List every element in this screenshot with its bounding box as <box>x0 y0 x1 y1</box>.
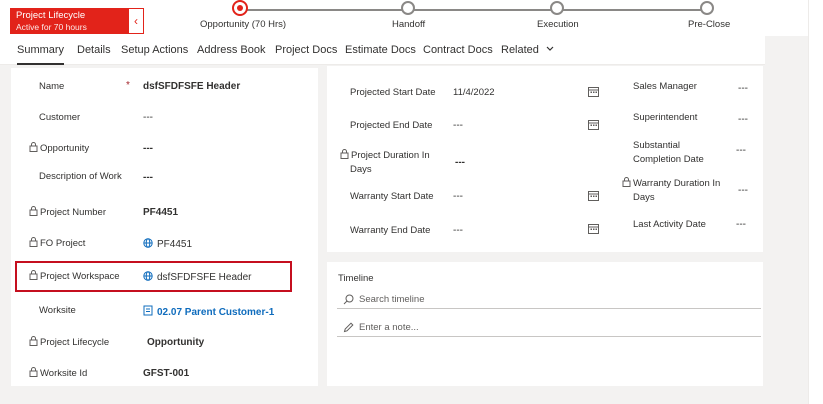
projected-end-date-value[interactable]: --- <box>453 120 463 131</box>
tab-contract-docs[interactable]: Contract Docs <box>423 44 493 56</box>
bpf-stage-handoff-label[interactable]: Handoff <box>392 19 425 30</box>
lock-icon <box>622 177 631 187</box>
lock-icon <box>29 367 38 377</box>
project-lifecycle-label: Project Lifecycle <box>29 336 109 348</box>
required-asterisk: * <box>126 80 130 91</box>
superintendent-value[interactable]: --- <box>738 114 748 125</box>
project-number-label: Project Number <box>29 206 106 218</box>
tab-related[interactable]: Related <box>501 44 554 56</box>
customer-label: Customer <box>39 112 81 123</box>
bpf-track <box>238 9 708 11</box>
pencil-icon <box>343 322 354 333</box>
chevron-left-icon[interactable]: ‹ <box>128 8 144 34</box>
description-of-work-value[interactable]: --- <box>143 172 153 183</box>
stage-subtitle: Active for 70 hours <box>16 22 87 32</box>
project-workspace-value[interactable]: dsfSFDFSFE Header <box>143 271 251 283</box>
tab-related-label: Related <box>501 44 539 56</box>
bpf-stage-opportunity-label[interactable]: Opportunity (70 Hrs) <box>200 19 286 30</box>
timeline-search-placeholder: Search timeline <box>359 294 425 305</box>
lock-icon <box>29 336 38 346</box>
projected-end-date-label: Projected End Date <box>350 120 433 131</box>
warranty-duration-value[interactable]: --- <box>738 185 748 196</box>
name-label: Name <box>39 81 65 92</box>
lock-icon <box>29 142 38 152</box>
project-workspace-label: Project Workspace <box>29 270 120 282</box>
bpf-stage-opportunity-node[interactable] <box>232 0 248 16</box>
warranty-end-date-label: Warranty End Date <box>350 225 431 236</box>
lock-icon <box>29 270 38 280</box>
worksite-id-label: Worksite Id <box>29 367 87 379</box>
chevron-down-icon <box>546 46 554 51</box>
timeline-note-placeholder: Enter a note... <box>359 322 419 333</box>
form-tab-bar: Summary Details Setup Actions Address Bo… <box>0 36 765 65</box>
business-process-bar: Project Lifecycle Active for 70 hours ‹ … <box>0 0 823 36</box>
tab-address-book[interactable]: Address Book <box>197 44 265 56</box>
last-activity-date-value[interactable]: --- <box>736 219 746 230</box>
warranty-duration-label: Warranty Duration In Days <box>622 177 720 205</box>
fo-project-label: FO Project <box>29 237 85 249</box>
projected-start-date-value[interactable]: 11/4/2022 <box>453 87 495 98</box>
worksite-id-value[interactable]: GFST-001 <box>143 368 189 379</box>
worksite-label: Worksite <box>39 305 76 316</box>
substantial-completion-date-value[interactable]: --- <box>736 145 746 156</box>
bpf-stage-preclose-node[interactable] <box>700 1 714 15</box>
opportunity-value[interactable]: --- <box>143 143 153 154</box>
substantial-completion-date-label: Substantial Completion Date <box>633 140 704 165</box>
projected-start-date-label: Projected Start Date <box>350 87 436 98</box>
globe-icon <box>143 238 153 248</box>
project-duration-label: Project Duration In Days <box>340 149 430 177</box>
customer-value[interactable]: --- <box>143 112 153 123</box>
bpf-stage-preclose-label[interactable]: Pre-Close <box>688 19 730 30</box>
project-duration-value[interactable]: --- <box>455 157 465 168</box>
search-icon <box>343 294 354 305</box>
timeline-search-input[interactable]: Search timeline <box>337 290 761 309</box>
tab-setup-actions[interactable]: Setup Actions <box>121 44 188 56</box>
warranty-start-date-value[interactable]: --- <box>453 191 463 202</box>
right-side-pane <box>808 0 823 404</box>
project-lifecycle-value[interactable]: Opportunity <box>147 337 204 348</box>
superintendent-label: Superintendent <box>633 112 698 123</box>
sales-manager-label: Sales Manager <box>633 81 697 92</box>
tab-estimate-docs[interactable]: Estimate Docs <box>345 44 416 56</box>
tab-summary[interactable]: Summary <box>17 44 65 65</box>
warranty-start-date-label: Warranty Start Date <box>350 191 434 202</box>
bpf-stage-handoff-node[interactable] <box>401 1 415 15</box>
calendar-icon[interactable] <box>588 119 599 130</box>
worksite-link[interactable]: 02.07 Parent Customer-1 <box>143 305 274 318</box>
sales-manager-value[interactable]: --- <box>738 83 748 94</box>
bpf-stage-execution-node[interactable] <box>550 1 564 15</box>
calendar-icon[interactable] <box>588 223 599 234</box>
tab-project-docs[interactable]: Project Docs <box>275 44 337 56</box>
opportunity-label: Opportunity <box>29 142 89 154</box>
lock-icon <box>29 206 38 216</box>
stage-title: Project Lifecycle <box>16 10 86 21</box>
calendar-icon[interactable] <box>588 86 599 97</box>
globe-icon <box>143 271 153 281</box>
timeline-note-input[interactable]: Enter a note... <box>337 318 761 337</box>
fo-project-value[interactable]: PF4451 <box>143 238 192 250</box>
timeline-title: Timeline <box>338 273 374 284</box>
bpf-stage-execution-label[interactable]: Execution <box>537 19 579 30</box>
warranty-end-date-value[interactable]: --- <box>453 225 463 236</box>
calendar-icon[interactable] <box>588 190 599 201</box>
description-of-work-label: Description of Work <box>39 171 122 182</box>
active-stage-badge[interactable]: Project Lifecycle Active for 70 hours <box>10 8 144 34</box>
lock-icon <box>29 237 38 247</box>
last-activity-date-label: Last Activity Date <box>633 219 706 230</box>
tab-details[interactable]: Details <box>77 44 111 56</box>
name-value[interactable]: dsfSFDFSFE Header <box>143 81 240 92</box>
record-icon <box>143 305 153 316</box>
project-number-value[interactable]: PF4451 <box>143 207 178 218</box>
lock-icon <box>340 149 349 159</box>
